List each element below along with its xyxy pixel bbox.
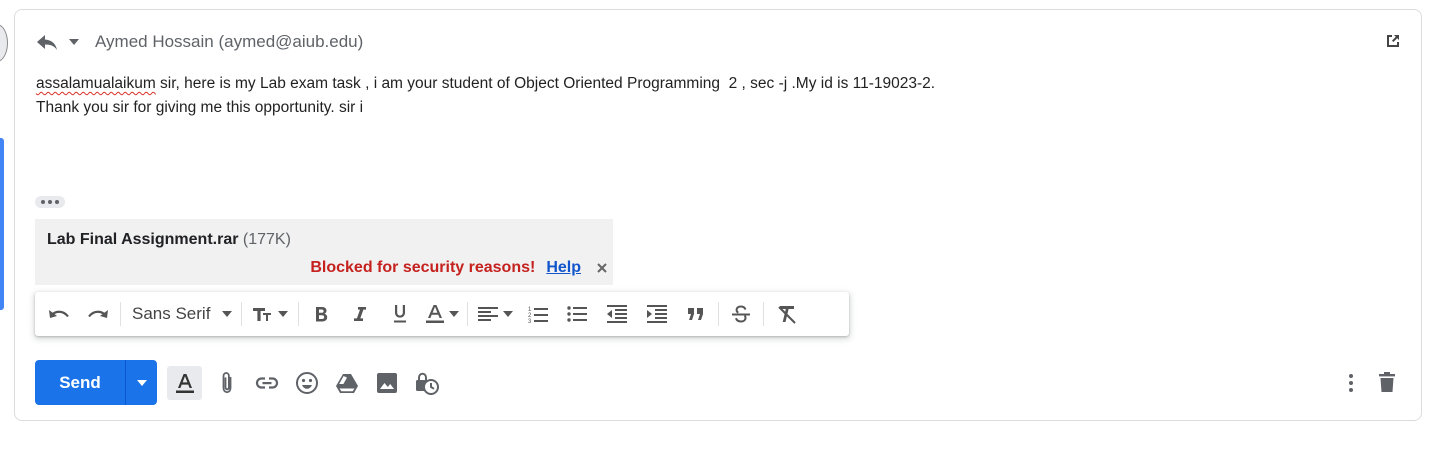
chevron-down-icon: [136, 379, 147, 386]
show-trimmed-content-button[interactable]: [35, 196, 65, 208]
underline-icon[interactable]: [380, 298, 420, 330]
send-button[interactable]: Send: [35, 360, 125, 405]
blocked-warning: Blocked for security reasons!: [310, 259, 536, 276]
more-send-options-button[interactable]: [125, 360, 157, 405]
font-select[interactable]: Sans Serif: [124, 298, 238, 330]
toolbar-divider: [120, 302, 121, 326]
italic-icon[interactable]: [340, 298, 380, 330]
indent-less-icon[interactable]: [597, 298, 637, 330]
misspelled-word[interactable]: assalamualaikum: [36, 75, 156, 92]
google-drive-icon[interactable]: [327, 366, 367, 400]
body-line-1-text: sir, here is my Lab exam task , i am you…: [155, 75, 936, 92]
font-select-value: Sans Serif: [132, 304, 211, 323]
reply-icon[interactable]: [35, 31, 63, 53]
compose-actions: [167, 366, 447, 400]
bold-icon[interactable]: [302, 298, 340, 330]
formatting-options-icon[interactable]: [167, 366, 202, 400]
body-line-1: assalamualaikum sir, here is my Lab exam…: [36, 72, 935, 96]
quote-icon[interactable]: [677, 298, 715, 330]
send-button-group: Send: [35, 360, 157, 405]
toolbar-divider: [718, 302, 719, 326]
remove-formatting-icon[interactable]: [767, 298, 807, 330]
recipient-field[interactable]: Aymed Hossain (aymed@aiub.edu): [95, 32, 363, 52]
focus-indicator: [0, 138, 4, 310]
avatar: [0, 24, 8, 62]
popout-icon[interactable]: [1385, 33, 1401, 49]
attachment-status-row: Blocked for security reasons! Help: [310, 259, 609, 277]
numbered-list-icon[interactable]: 123: [519, 298, 557, 330]
toolbar-divider: [467, 302, 468, 326]
text-color-icon[interactable]: [420, 298, 464, 330]
message-body[interactable]: assalamualaikum sir, here is my Lab exam…: [36, 72, 935, 120]
reply-header: Aymed Hossain (aymed@aiub.edu): [35, 31, 363, 53]
chevron-down-icon: [222, 311, 232, 317]
strikethrough-icon[interactable]: [722, 298, 760, 330]
attachment-title: Lab Final Assignment.rar (177K): [47, 231, 291, 249]
attach-file-icon[interactable]: [207, 366, 247, 400]
indent-more-icon[interactable]: [637, 298, 677, 330]
attachment-size: (177K): [242, 231, 291, 248]
insert-link-icon[interactable]: [247, 366, 287, 400]
insert-photo-icon[interactable]: [367, 366, 407, 400]
formatting-toolbar: Sans Serif 123: [35, 292, 849, 336]
confidential-mode-icon[interactable]: [407, 366, 447, 400]
close-icon[interactable]: [595, 261, 609, 275]
chevron-down-icon[interactable]: [63, 31, 85, 53]
emoji-icon[interactable]: [287, 366, 327, 400]
body-line-2: Thank you sir for giving me this opportu…: [36, 99, 364, 116]
redo-icon[interactable]: [79, 298, 117, 330]
toolbar-divider: [298, 302, 299, 326]
reply-compose-box: Aymed Hossain (aymed@aiub.edu) assalamua…: [14, 9, 1422, 421]
attachment-name: Lab Final Assignment.rar: [47, 231, 239, 248]
more-options-icon[interactable]: [1341, 372, 1361, 394]
font-size-icon[interactable]: [245, 298, 295, 330]
align-icon[interactable]: [471, 298, 519, 330]
attachment-card: Lab Final Assignment.rar (177K) Blocked …: [35, 219, 613, 285]
undo-icon[interactable]: [39, 298, 79, 330]
svg-text:3: 3: [528, 319, 532, 323]
discard-draft-icon[interactable]: [1377, 371, 1397, 393]
help-link[interactable]: Help: [546, 259, 581, 277]
toolbar-divider: [241, 302, 242, 326]
bulleted-list-icon[interactable]: [557, 298, 597, 330]
toolbar-divider: [763, 302, 764, 326]
